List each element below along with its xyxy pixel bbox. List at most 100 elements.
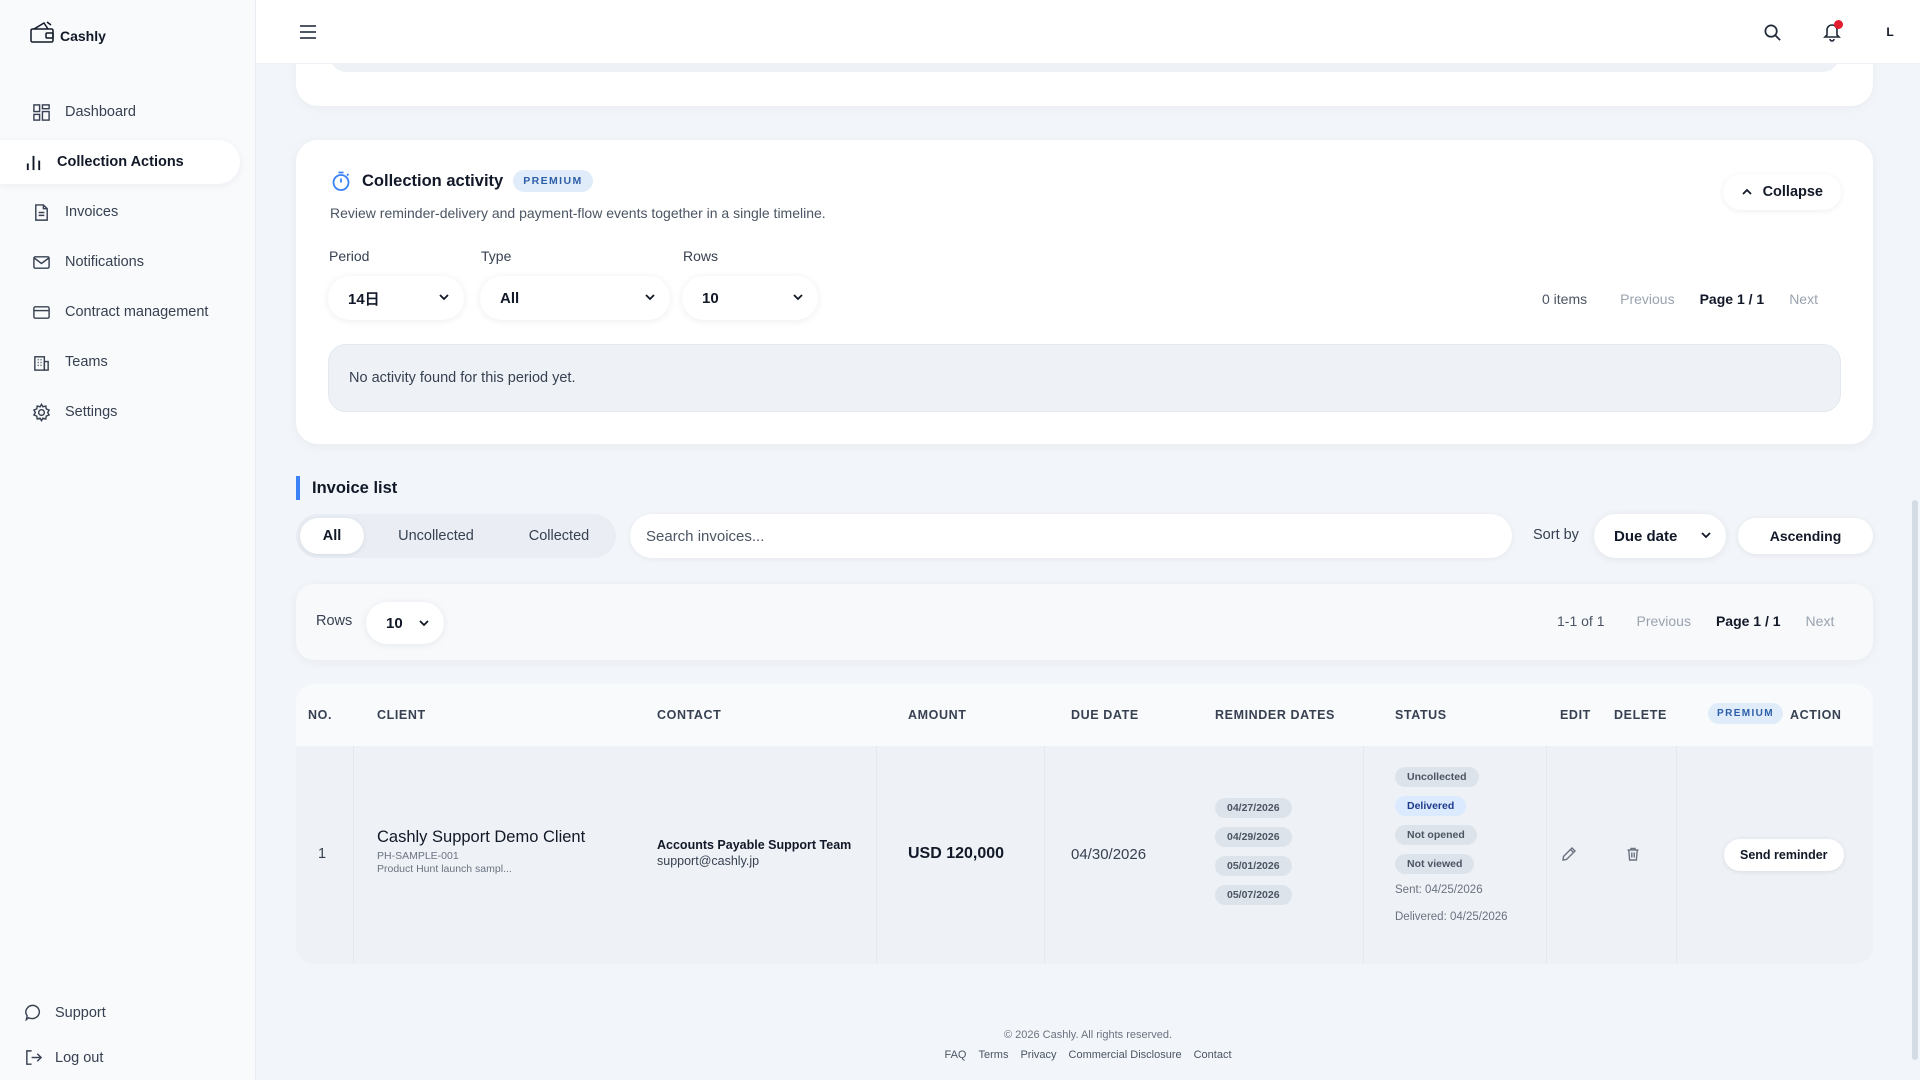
chat-bubble-icon: [25, 1004, 41, 1022]
reminder-date-chip: 05/01/2026: [1215, 856, 1292, 876]
trash-icon[interactable]: [1625, 846, 1641, 862]
tab-all[interactable]: All: [300, 518, 364, 554]
footer-links: FAQ Terms Privacy Commercial Disclosure …: [256, 1049, 1920, 1061]
dashboard-icon: [33, 103, 50, 121]
invoice-pager: 1-1 of 1 Previous Page 1 / 1 Next: [1557, 613, 1834, 629]
wallet-logo-icon: [30, 21, 54, 43]
sent-date: Sent: 04/25/2026: [1395, 884, 1483, 896]
table-header: NO. CLIENT CONTACT AMOUNT DUE DATE REMIN…: [296, 684, 1873, 746]
footer-link-commercial-disclosure[interactable]: Commercial Disclosure: [1069, 1049, 1182, 1061]
footer-link-terms[interactable]: Terms: [979, 1049, 1009, 1061]
sidebar: Cashly Dashboard Collection Actions Invo…: [0, 0, 256, 1080]
contact-name: Accounts Payable Support Team: [657, 838, 852, 852]
col-due-date: DUE DATE: [1071, 708, 1139, 722]
activity-title: Collection activity: [362, 171, 504, 190]
building-icon: [34, 355, 49, 371]
row-number: 1: [318, 846, 327, 862]
status-badge-not-viewed: Not viewed: [1395, 854, 1475, 874]
collapse-button[interactable]: Collapse: [1722, 174, 1841, 210]
delivered-date: Delivered: 04/25/2026: [1395, 911, 1508, 923]
period-select[interactable]: 14日: [328, 276, 464, 320]
sort-order-button[interactable]: Ascending: [1738, 518, 1873, 554]
status-badge-delivered: Delivered: [1395, 796, 1467, 816]
footer-link-contact[interactable]: Contact: [1194, 1049, 1232, 1061]
client-name[interactable]: Cashly Support Demo Client: [377, 828, 585, 847]
chevron-down-icon: [419, 620, 429, 627]
search-button[interactable]: [1754, 14, 1790, 50]
status-badge-uncollected: Uncollected: [1395, 767, 1479, 787]
search-placeholder: Search invoices...: [646, 527, 765, 545]
notifications-button[interactable]: [1814, 14, 1850, 50]
next-button[interactable]: Next: [1806, 613, 1835, 629]
reminder-date-chip: 04/27/2026: [1215, 798, 1292, 818]
col-amount: AMOUNT: [908, 708, 967, 722]
sidebar-item-notifications[interactable]: Notifications: [0, 240, 240, 284]
col-client: CLIENT: [377, 708, 426, 722]
sidebar-item-collection-actions[interactable]: Collection Actions: [0, 140, 240, 184]
logout-link[interactable]: Log out: [24, 1048, 224, 1067]
contact-email: support@cashly.jp: [657, 854, 760, 868]
sort-select[interactable]: Due date: [1594, 514, 1726, 558]
logo[interactable]: Cashly: [30, 20, 106, 44]
sidebar-item-teams[interactable]: Teams: [0, 340, 240, 384]
hamburger-menu-icon[interactable]: [296, 20, 320, 44]
invoice-range: 1-1 of 1: [1557, 613, 1605, 629]
card-icon: [33, 305, 50, 319]
chevron-down-icon: [793, 294, 803, 301]
search-input[interactable]: Search invoices...: [630, 514, 1512, 558]
invoice-rows-select[interactable]: 10: [366, 602, 444, 644]
col-delete: DELETE: [1614, 708, 1667, 722]
reminder-date-chip: 04/29/2026: [1215, 827, 1292, 847]
next-button[interactable]: Next: [1789, 291, 1818, 307]
invoice-amount: USD 120,000: [908, 845, 1005, 862]
premium-badge: PREMIUM: [1708, 703, 1784, 724]
previous-button[interactable]: Previous: [1636, 613, 1690, 629]
tab-uncollected[interactable]: Uncollected: [376, 518, 496, 554]
activity-description: Review reminder-delivery and payment-flo…: [330, 205, 826, 221]
sidebar-item-contract-management[interactable]: Contract management: [0, 290, 240, 334]
tab-collected[interactable]: Collected: [506, 518, 612, 554]
previous-button[interactable]: Previous: [1620, 291, 1674, 307]
type-label: Type: [481, 248, 512, 264]
footer-link-faq[interactable]: FAQ: [944, 1049, 966, 1061]
sort-label: Sort by: [1533, 527, 1579, 543]
reminder-date-chip: 05/07/2026: [1215, 885, 1292, 905]
type-select[interactable]: All: [480, 276, 670, 320]
logout-icon: [26, 1050, 43, 1065]
chevron-down-icon: [1701, 532, 1711, 539]
sidebar-item-settings[interactable]: Settings: [0, 390, 240, 434]
mail-icon: [33, 255, 50, 269]
rows-select[interactable]: 10: [682, 276, 818, 320]
client-code: PH-SAMPLE-001: [377, 850, 459, 862]
edit-pencil-icon[interactable]: [1561, 846, 1577, 862]
due-date: 04/30/2026: [1071, 846, 1147, 863]
rows-value: 10: [702, 289, 719, 307]
period-value: 14日: [348, 290, 380, 308]
chevron-up-icon: [1741, 188, 1752, 195]
search-icon: [1764, 24, 1781, 41]
footer-copyright: © 2026 Cashly. All rights reserved.: [1003, 1029, 1173, 1041]
sidebar-item-label: Teams: [65, 354, 108, 370]
send-reminder-button[interactable]: Send reminder: [1724, 839, 1844, 871]
logout-label: Log out: [55, 1049, 104, 1066]
sidebar-item-dashboard[interactable]: Dashboard: [0, 90, 240, 134]
col-action: ACTION: [1790, 708, 1842, 722]
collection-activity-card: Collection activity PREMIUM Review remin…: [296, 140, 1873, 444]
support-link[interactable]: Support: [24, 1003, 224, 1022]
activity-pager: 0 items Previous Page 1 / 1 Next: [1542, 291, 1818, 307]
col-reminder-dates: REMINDER DATES: [1215, 708, 1335, 722]
rows-label: Rows: [683, 248, 719, 264]
footer-link-privacy[interactable]: Privacy: [1020, 1049, 1056, 1061]
sidebar-item-invoices[interactable]: Invoices: [0, 190, 240, 234]
collapse-label: Collapse: [1762, 184, 1823, 200]
sidebar-nav: Dashboard Collection Actions Invoices No…: [0, 90, 256, 440]
scrollbar-thumb[interactable]: [1912, 500, 1918, 1060]
contact-cell: Accounts Payable Support Team support@ca…: [657, 838, 851, 868]
user-avatar[interactable]: L: [1872, 14, 1908, 50]
chevron-down-icon: [645, 294, 655, 301]
table-row[interactable]: 1 Cashly Support Demo Client PH-SAMPLE-0…: [296, 746, 1873, 964]
stopwatch-icon: [332, 171, 350, 191]
sidebar-item-label: Settings: [65, 404, 118, 420]
rows-label: Rows: [316, 613, 353, 629]
top-bar: L: [256, 0, 1920, 64]
